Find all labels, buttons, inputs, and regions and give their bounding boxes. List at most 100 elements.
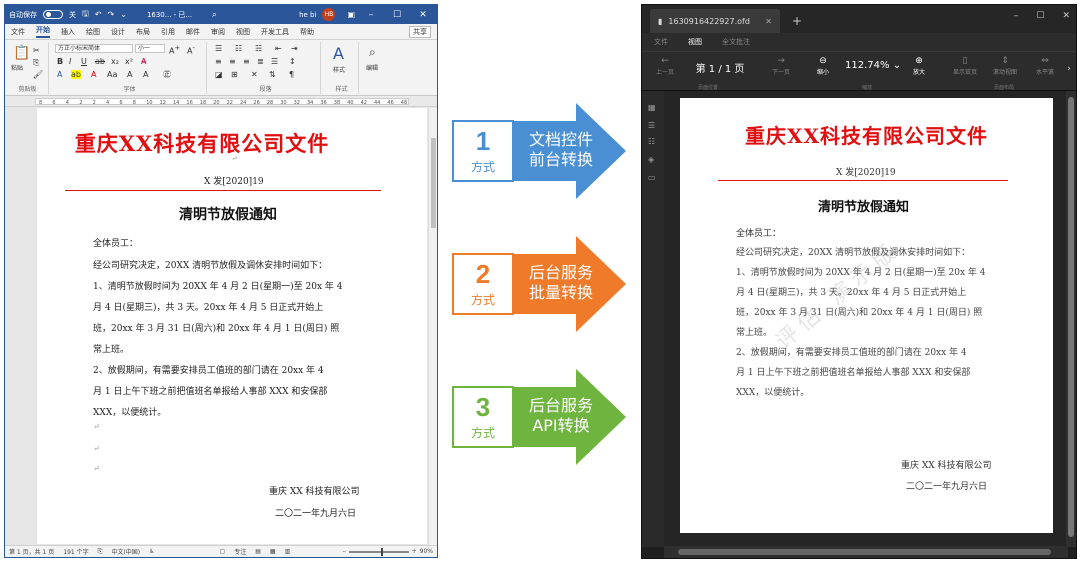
menu-file[interactable]: 文件	[654, 37, 668, 47]
accessibility-icon[interactable]: ♿	[149, 548, 154, 555]
shading-icon[interactable]: ◪	[215, 70, 223, 79]
attachments-icon[interactable]: ▭	[648, 173, 657, 182]
format-painter-icon[interactable]: 🖌	[33, 70, 43, 79]
page-indicator[interactable]: 第 1 / 1 页	[690, 60, 750, 75]
show-marks-icon[interactable]: ¶	[289, 70, 294, 79]
font-name-select[interactable]: 方正小标宋简体	[55, 44, 133, 53]
ofd-horizontal-scrollbar[interactable]	[664, 546, 1068, 558]
share-button[interactable]: 共享	[409, 25, 431, 38]
horizontal-scroll-button[interactable]: ⇔ 水平滚	[1030, 56, 1060, 76]
thumbnails-icon[interactable]: ▦	[648, 103, 657, 112]
char-border-icon[interactable]: A	[143, 70, 148, 79]
paste-icon[interactable]: 📋	[13, 46, 30, 60]
tab-developer[interactable]: 开发工具	[261, 27, 289, 37]
focus-icon[interactable]: ▢	[220, 548, 226, 555]
customize-icon[interactable]: ⌄	[120, 10, 127, 19]
ribbon-display-icon[interactable]: ▣	[347, 10, 355, 19]
scroll-view-button[interactable]: ⇕ 滚动视图	[988, 56, 1022, 76]
increase-indent-icon[interactable]: ⇥	[291, 44, 298, 53]
numbering-icon[interactable]: ☷	[235, 44, 242, 53]
editing-label[interactable]: 编辑	[366, 64, 378, 73]
user-avatar[interactable]: HB	[322, 8, 336, 21]
grow-font-icon[interactable]: A+	[169, 44, 180, 56]
save-icon[interactable]: 🖫	[82, 8, 89, 22]
align-left-icon[interactable]: ≡	[215, 57, 222, 66]
zoom-out-tool[interactable]: ⊖ 缩小	[808, 56, 838, 76]
paste-label[interactable]: 粘贴	[11, 64, 23, 73]
tab-review[interactable]: 审阅	[211, 27, 225, 37]
horizontal-ruler[interactable]: 8 6 4 2 2 4 6 8 10 12 14 16 18 20 22 24 26 28 30 32 34 36 38 40…	[5, 96, 437, 107]
shrink-font-icon[interactable]: A-	[187, 44, 195, 56]
superscript-icon[interactable]: x²	[125, 57, 133, 66]
tab-insert[interactable]: 插入	[61, 27, 75, 37]
zoom-in-button[interactable]: +	[412, 548, 417, 555]
align-right-icon[interactable]: ≡	[243, 57, 250, 66]
char-shading-icon[interactable]: A	[127, 70, 132, 79]
restore-button[interactable]: ☐	[387, 10, 407, 20]
tab-mailings[interactable]: 邮件	[186, 27, 200, 37]
proofing-icon[interactable]: ⎘	[98, 548, 103, 556]
page-count[interactable]: 第 1 页，共 1 页	[9, 547, 54, 556]
language-status[interactable]: 中文(中国)	[111, 547, 140, 556]
sort-icon[interactable]: ⇅	[269, 70, 276, 79]
zoom-slider[interactable]	[348, 547, 409, 556]
scroll-thumb[interactable]	[431, 138, 436, 228]
layers-icon[interactable]: ◈	[648, 155, 657, 164]
font-size-select[interactable]: 小一	[135, 44, 165, 53]
ofd-page[interactable]: 重庆XX科技有限公司文件 X 发[2020]19 清明节放假通知 全体员工： 经…	[680, 98, 1053, 533]
outline-icon[interactable]: ☰	[648, 121, 657, 130]
chinese-layout-icon[interactable]: ✕	[251, 70, 258, 79]
zoom-out-button[interactable]: –	[343, 548, 346, 555]
bullets-icon[interactable]: ☰	[215, 44, 222, 53]
prev-page-button[interactable]: ← 上一页	[650, 56, 680, 76]
tab-references[interactable]: 引用	[161, 27, 175, 37]
tab-design[interactable]: 设计	[111, 27, 125, 37]
tab-home[interactable]: 开始	[36, 25, 50, 38]
minimize-button[interactable]: –	[361, 10, 381, 20]
clear-format-icon[interactable]: A̶	[141, 57, 146, 66]
undo-icon[interactable]: ↶	[95, 10, 102, 19]
highlight-icon[interactable]: ab	[71, 70, 81, 79]
word-page[interactable]: 重庆XX科技有限公司文件 ↵ X 发[2020]19 清明节放假通知 全体员工：…	[37, 108, 427, 544]
tab-help[interactable]: 帮助	[300, 27, 314, 37]
ofd-close-button[interactable]: ✕	[1062, 11, 1070, 21]
menu-annotations[interactable]: 全文批注	[722, 37, 750, 47]
double-page-button[interactable]: ▯ 显示双页	[948, 56, 982, 76]
italic-icon[interactable]: I	[69, 57, 71, 66]
next-page-button[interactable]: → 下一页	[766, 56, 796, 76]
new-tab-button[interactable]: +	[792, 14, 802, 28]
align-center-icon[interactable]: ≡	[229, 57, 236, 66]
tab-view[interactable]: 视图	[236, 27, 250, 37]
cut-icon[interactable]: ✂	[33, 46, 40, 55]
ofd-minimize-button[interactable]: –	[1014, 11, 1019, 21]
ofd-document-tab[interactable]: ▮ 1630916422927.ofd ✕	[650, 9, 780, 33]
styles-icon[interactable]: A	[333, 46, 344, 62]
vertical-scrollbar[interactable]	[428, 108, 437, 545]
close-button[interactable]: ✕	[413, 10, 433, 20]
word-count[interactable]: 191 个字	[63, 547, 88, 556]
strikethrough-icon[interactable]: ab	[95, 57, 105, 66]
distributed-icon[interactable]: ☰	[271, 57, 278, 66]
print-layout-icon[interactable]: ▦	[270, 548, 276, 555]
focus-label[interactable]: 专注	[234, 547, 246, 556]
font-color-icon[interactable]: A	[91, 70, 96, 79]
enclosed-char-icon[interactable]: ㊣	[163, 70, 171, 79]
subscript-icon[interactable]: x₂	[111, 57, 119, 66]
ofd-maximize-button[interactable]: ☐	[1036, 11, 1044, 21]
toolbar-more-icon[interactable]: ›	[1064, 64, 1074, 75]
zoom-value[interactable]: 112.74% ⌄	[845, 60, 901, 71]
ofd-scroll-thumb[interactable]	[1068, 97, 1074, 537]
text-effects-icon[interactable]: A	[57, 70, 62, 79]
decrease-indent-icon[interactable]: ⇤	[275, 44, 282, 53]
search-icon[interactable]: ⌕	[212, 10, 216, 20]
zoom-level[interactable]: 90%	[420, 548, 433, 555]
copy-icon[interactable]: ⎘	[33, 58, 39, 67]
bold-icon[interactable]: B	[57, 57, 63, 66]
web-layout-icon[interactable]: ▥	[285, 548, 291, 555]
change-case-icon[interactable]: Aa	[107, 70, 117, 79]
borders-icon[interactable]: ⊞	[231, 70, 238, 79]
autosave-toggle[interactable]	[43, 10, 63, 19]
user-name[interactable]: he bi	[299, 11, 316, 19]
bookmarks-icon[interactable]: ☷	[648, 137, 657, 146]
find-icon[interactable]: ⌕	[369, 46, 376, 58]
